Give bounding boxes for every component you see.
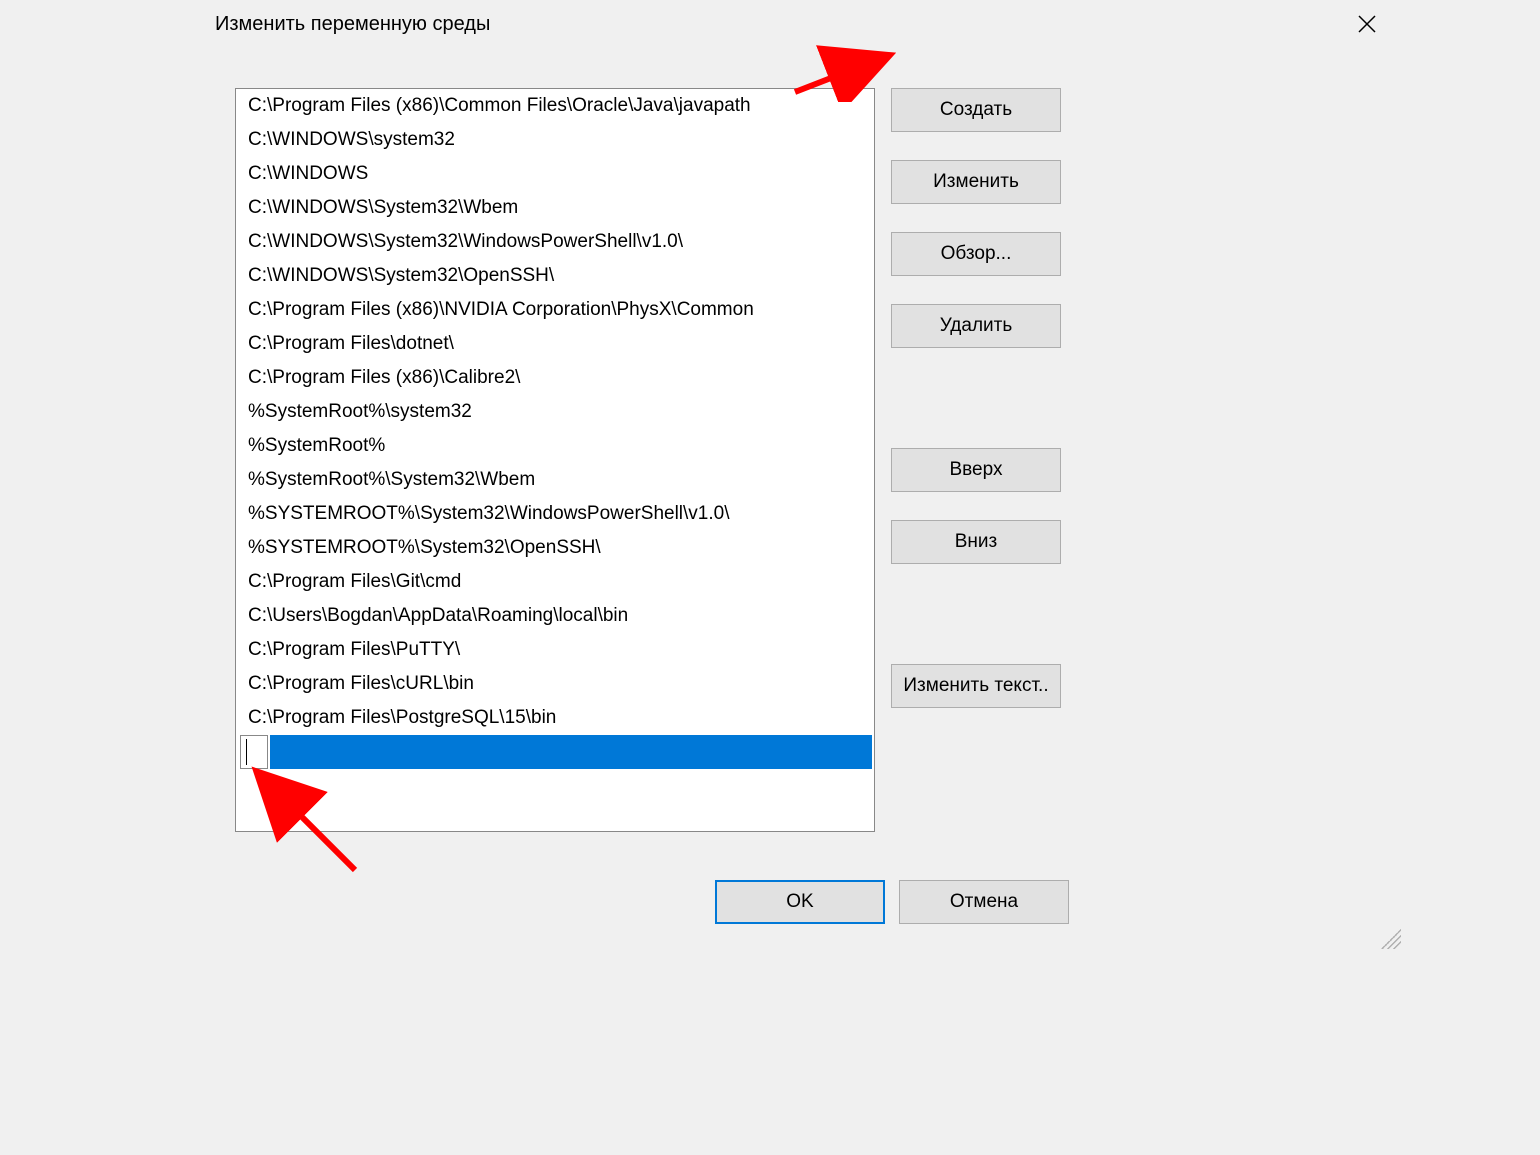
list-item[interactable]: C:\WINDOWS\System32\WindowsPowerShell\v1…	[236, 225, 874, 259]
path-listbox[interactable]: C:\Program Files (x86)\Common Files\Orac…	[235, 88, 875, 832]
new-entry-input[interactable]	[240, 735, 268, 769]
cancel-button[interactable]: Отмена	[899, 880, 1069, 924]
text-cursor	[246, 739, 247, 765]
list-item[interactable]: %SystemRoot%	[236, 429, 874, 463]
list-item[interactable]: C:\Program Files\cURL\bin	[236, 667, 874, 701]
delete-button[interactable]: Удалить	[891, 304, 1061, 348]
list-item[interactable]: C:\Users\Bogdan\AppData\Roaming\local\bi…	[236, 599, 874, 633]
list-item[interactable]: C:\Program Files\Git\cmd	[236, 565, 874, 599]
dialog-title: Изменить переменную среды	[215, 13, 490, 36]
titlebar: Изменить переменную среды	[135, 0, 1405, 48]
browse-button[interactable]: Обзор...	[891, 232, 1061, 276]
list-item[interactable]: C:\Program Files\PostgreSQL\15\bin	[236, 701, 874, 735]
close-icon	[1358, 15, 1376, 33]
new-entry-row[interactable]	[236, 735, 874, 769]
list-item[interactable]: C:\Program Files\PuTTY\	[236, 633, 874, 667]
move-down-button[interactable]: Вниз	[891, 520, 1061, 564]
list-item[interactable]: %SYSTEMROOT%\System32\OpenSSH\	[236, 531, 874, 565]
new-button[interactable]: Создать	[891, 88, 1061, 132]
list-item[interactable]: %SYSTEMROOT%\System32\WindowsPowerShell\…	[236, 497, 874, 531]
dialog-window: Изменить переменную среды C:\Program Fil…	[135, 0, 1405, 953]
list-item[interactable]: C:\Program Files (x86)\NVIDIA Corporatio…	[236, 293, 874, 327]
resize-grip-icon[interactable]	[1381, 929, 1401, 949]
list-item[interactable]: C:\WINDOWS	[236, 157, 874, 191]
close-button[interactable]	[1347, 4, 1387, 44]
list-item[interactable]: C:\WINDOWS\System32\Wbem	[236, 191, 874, 225]
edit-text-button[interactable]: Изменить текст..	[891, 664, 1061, 708]
edit-button[interactable]: Изменить	[891, 160, 1061, 204]
side-button-column: Создать Изменить Обзор... Удалить Вверх …	[891, 88, 1061, 708]
list-item[interactable]: C:\WINDOWS\System32\OpenSSH\	[236, 259, 874, 293]
list-item[interactable]: C:\Program Files (x86)\Common Files\Orac…	[236, 89, 874, 123]
list-item[interactable]: C:\WINDOWS\system32	[236, 123, 874, 157]
list-item[interactable]: C:\Program Files\dotnet\	[236, 327, 874, 361]
footer-buttons: OK Отмена	[715, 880, 1069, 924]
ok-button[interactable]: OK	[715, 880, 885, 924]
list-item[interactable]: %SystemRoot%\System32\Wbem	[236, 463, 874, 497]
list-item[interactable]: %SystemRoot%\system32	[236, 395, 874, 429]
selection-highlight	[270, 735, 872, 769]
list-item[interactable]: C:\Program Files (x86)\Calibre2\	[236, 361, 874, 395]
move-up-button[interactable]: Вверх	[891, 448, 1061, 492]
